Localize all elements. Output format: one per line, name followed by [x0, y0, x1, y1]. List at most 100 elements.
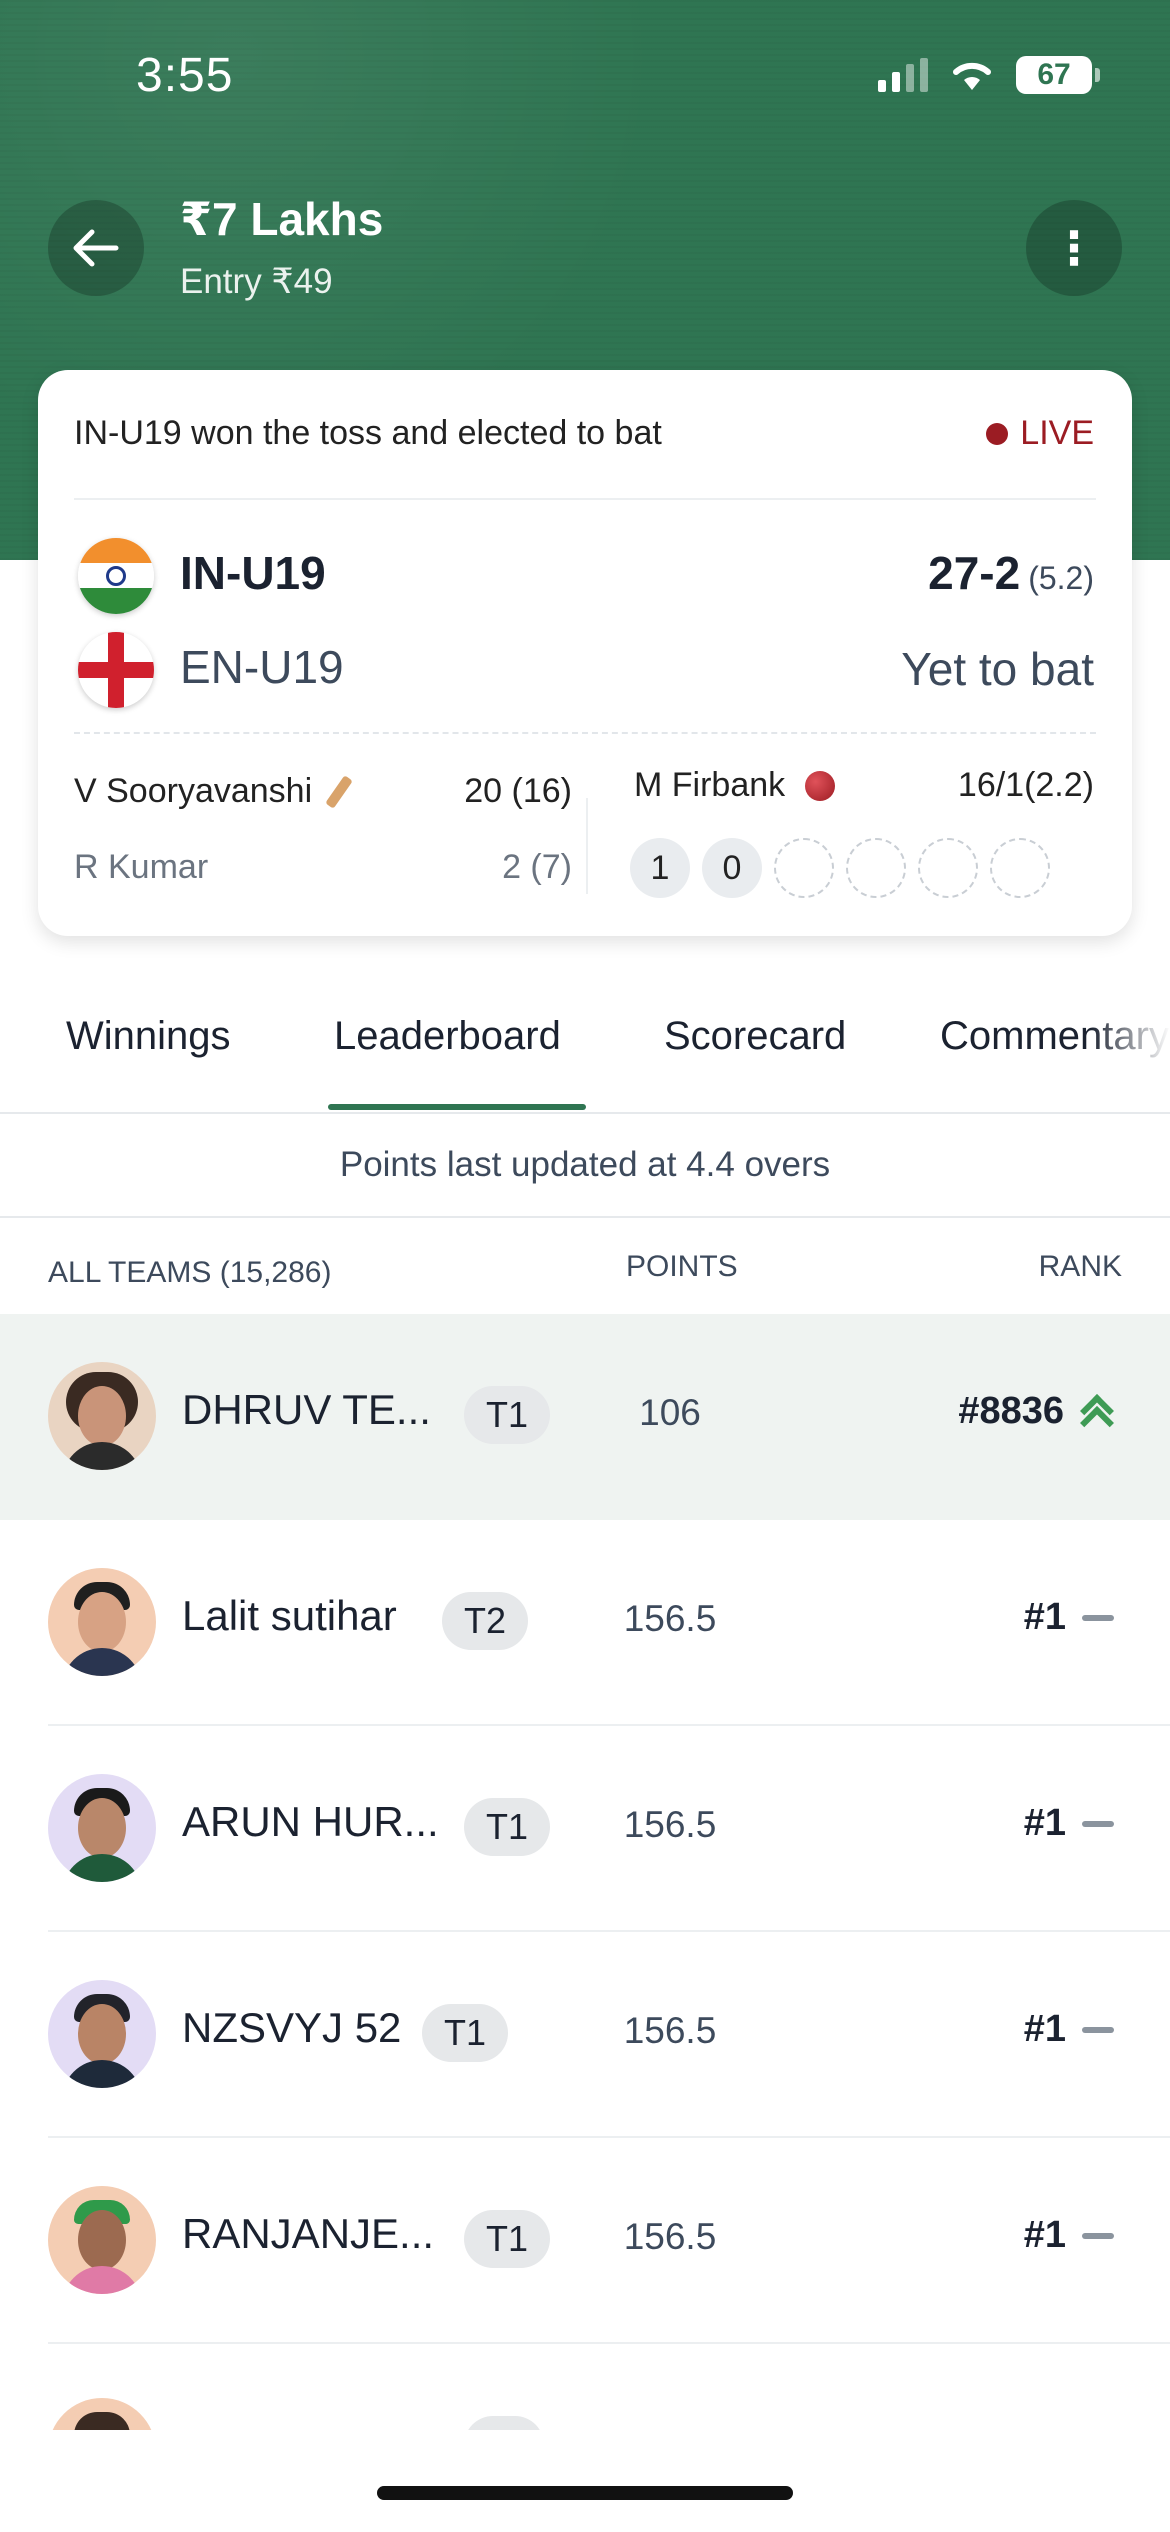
home-indicator[interactable] — [377, 2486, 793, 2500]
team-name: DHRUV TE... — [182, 1386, 431, 1433]
team-rank: #1 — [1024, 1802, 1114, 1845]
leaderboard-row-partial[interactable] — [0, 2390, 1170, 2430]
live-dot-icon — [986, 422, 1009, 445]
cricket-ball-icon — [805, 770, 836, 801]
toss-text: IN-U19 won the toss and elected to bat — [74, 414, 662, 452]
no-change-icon — [1082, 2232, 1114, 2239]
dashed-divider — [74, 732, 1096, 734]
team-points: 156.5 — [623, 2216, 717, 2257]
team-points: 156.5 — [623, 1804, 717, 1845]
rank-value: #1 — [1023, 1802, 1066, 1844]
arrow-left-icon — [73, 229, 119, 267]
live-label: LIVE — [1020, 414, 1094, 452]
india-flag-icon — [78, 538, 154, 614]
team-points: 106 — [639, 1392, 701, 1433]
points-column-header: POINTS — [626, 1250, 738, 1283]
non-striker-name: R Kumar — [74, 848, 209, 886]
no-change-icon — [1082, 2026, 1114, 2033]
ball-pending — [846, 838, 906, 898]
over-balls: 1 0 — [630, 838, 1050, 898]
team1-runs: 27-2 — [928, 547, 1021, 599]
ball-result: 0 — [702, 838, 762, 898]
team-tag — [464, 2416, 544, 2430]
striker-score: 20 (16) — [464, 772, 572, 810]
avatar — [48, 1774, 156, 1882]
bowler-name: M Firbank — [634, 766, 836, 805]
bowler-label: M Firbank — [634, 766, 786, 804]
live-indicator: LIVE — [986, 414, 1094, 453]
match-card[interactable]: IN-U19 won the toss and elected to bat L… — [38, 370, 1132, 936]
team1-score: 27-2 (5.2) — [928, 546, 1094, 600]
contest-entry-fee: Entry ₹49 — [180, 262, 333, 301]
rank-value: #1 — [1023, 2008, 1066, 2050]
team-name: ARUN HUR... — [182, 1798, 439, 1845]
avatar — [48, 2398, 156, 2430]
signal-icon — [878, 58, 928, 92]
avatar — [48, 1568, 156, 1676]
leaderboard-row[interactable]: RANJANJE... T1 156.5 #1 — [0, 2138, 1170, 2344]
leaderboard-row[interactable]: ARUN HUR... T1 156.5 #1 — [0, 1726, 1170, 1932]
leaderboard-row[interactable]: NZSVYJ 52 T1 156.5 #1 — [0, 1932, 1170, 2138]
ball-pending — [990, 838, 1050, 898]
tab-bar: Winnings Leaderboard Scorecard Commentar… — [0, 980, 1170, 1114]
striker-label: V Sooryavanshi — [74, 772, 313, 810]
ball-pending — [918, 838, 978, 898]
wifi-icon — [953, 62, 991, 90]
more-options-button[interactable]: ⋮ — [1026, 200, 1122, 296]
team-name: NZSVYJ 52 — [182, 2004, 402, 2051]
tab-scorecard[interactable]: Scorecard — [664, 1014, 846, 1059]
status-time: 3:55 — [136, 49, 234, 102]
points-updated-note: Points last updated at 4.4 overs — [0, 1114, 1170, 1218]
team-tag: T1 — [464, 2210, 551, 2268]
bat-icon — [325, 774, 353, 809]
battery-icon: 67 — [1016, 56, 1100, 94]
contest-title: ₹7 Lakhs — [180, 193, 384, 245]
team-tag: T2 — [442, 1592, 529, 1650]
team-points: 156.5 — [623, 2010, 717, 2051]
rank-value: #1 — [1023, 1596, 1066, 1638]
team-tag: T1 — [464, 1386, 551, 1444]
tab-winnings[interactable]: Winnings — [66, 1014, 231, 1059]
all-teams-label: ALL TEAMS (15,286) — [48, 1256, 332, 1289]
team-rank: #8836 — [958, 1390, 1114, 1433]
leaderboard-row-own[interactable]: DHRUV TE... T1 106 #8836 — [0, 1314, 1170, 1520]
team-rank: #1 — [1024, 1596, 1114, 1639]
tabs-fade — [1090, 980, 1170, 1112]
ball-result: 1 — [630, 838, 690, 898]
team-points: 156.5 — [623, 1598, 717, 1639]
avatar — [48, 2186, 156, 2294]
active-tab-indicator — [328, 1104, 586, 1110]
divider — [74, 498, 1096, 500]
team-name: Lalit sutihar — [182, 1592, 397, 1639]
team-tag: T1 — [464, 1798, 551, 1856]
leaderboard-header: ALL TEAMS (15,286) POINTS RANK — [0, 1220, 1170, 1314]
striker-name: V Sooryavanshi — [74, 772, 353, 811]
avatar — [48, 1980, 156, 2088]
team1-name: IN-U19 — [180, 547, 326, 599]
more-vertical-icon: ⋮ — [1051, 222, 1097, 274]
england-flag-icon — [78, 632, 154, 708]
bowler-figures: 16/1(2.2) — [957, 766, 1094, 804]
rank-column-header: RANK — [1038, 1250, 1122, 1283]
tab-leaderboard[interactable]: Leaderboard — [334, 1014, 561, 1059]
team-rank: #1 — [1024, 2008, 1114, 2051]
non-striker-score: 2 (7) — [502, 848, 572, 886]
team2-status: Yet to bat — [901, 643, 1094, 695]
vertical-divider — [586, 798, 588, 894]
no-change-icon — [1082, 1820, 1114, 1827]
back-button[interactable] — [48, 200, 144, 296]
team-name: RANJANJE... — [182, 2210, 435, 2257]
ball-pending — [774, 838, 834, 898]
avatar — [48, 1362, 156, 1470]
team2-name: EN-U19 — [180, 641, 344, 693]
status-icons: 67 — [878, 56, 1100, 94]
leaderboard-row[interactable]: Lalit sutihar T2 156.5 #1 — [0, 1520, 1170, 1726]
team-tag: T1 — [422, 2004, 509, 2062]
rank-value: #8836 — [958, 1390, 1064, 1432]
row-divider — [48, 2342, 1170, 2344]
rank-value: #1 — [1023, 2214, 1066, 2256]
team-rank: #1 — [1024, 2214, 1114, 2257]
no-change-icon — [1082, 1614, 1114, 1621]
rank-up-icon — [1080, 1395, 1114, 1429]
team1-overs: (5.2) — [1028, 560, 1094, 596]
